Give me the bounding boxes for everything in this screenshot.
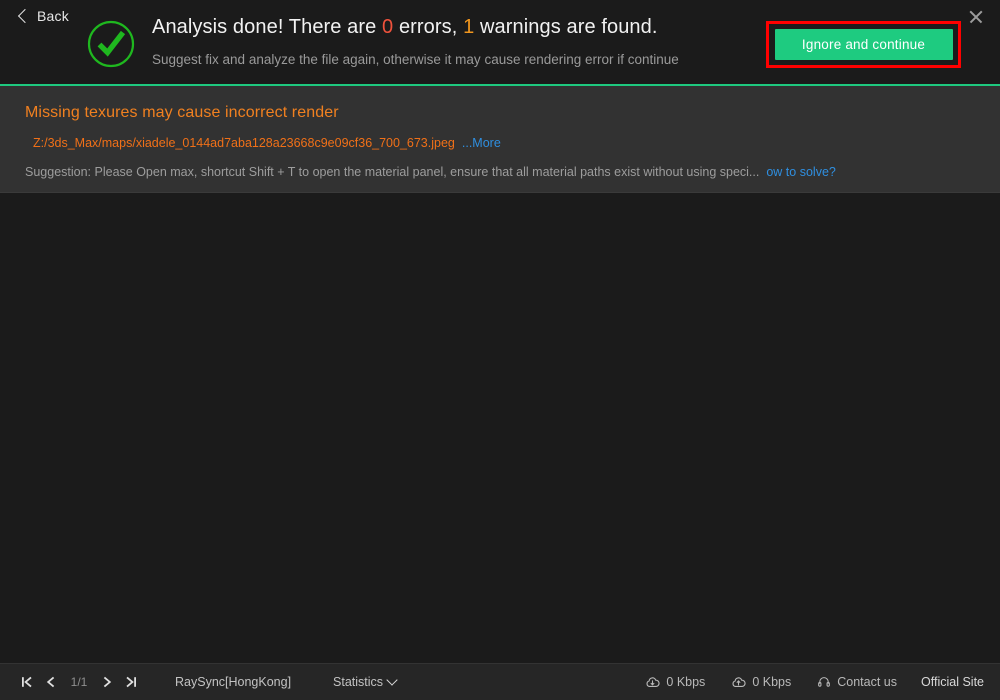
status-bar-left: 1/1 RaySync[HongKong] Statistics xyxy=(16,671,398,693)
warning-count: 1 xyxy=(463,16,475,38)
main-content-area xyxy=(0,192,1000,663)
status-bar-right: 0 Kbps 0 Kbps Contact us Official Site xyxy=(619,675,984,690)
warning-suggestion-row: Suggestion: Please Open max, shortcut Sh… xyxy=(0,164,1000,180)
cloud-upload-icon xyxy=(731,675,746,690)
download-speed-value: 0 Kbps xyxy=(666,675,706,689)
analysis-title: Analysis done! There are 0 errors, 1 war… xyxy=(152,13,752,41)
download-speed-item: 0 Kbps xyxy=(645,675,705,690)
pagination-controls: 1/1 xyxy=(16,671,142,693)
upload-speed-value: 0 Kbps xyxy=(752,675,792,689)
official-site-link[interactable]: Official Site xyxy=(921,675,984,689)
warning-path-row: Z:/3ds_Max/maps/xiadele_0144ad7aba128a23… xyxy=(0,135,1000,151)
analysis-title-suffix: warnings are found. xyxy=(474,16,658,38)
app-window: Back Analysis done! There are 0 errors, … xyxy=(0,0,1000,700)
error-count: 0 xyxy=(382,16,394,38)
contact-us-button[interactable]: Contact us xyxy=(817,675,897,689)
how-to-solve-link[interactable]: ow to solve? xyxy=(766,165,835,179)
ignore-and-continue-button[interactable]: Ignore and continue xyxy=(774,29,953,60)
analysis-title-mid: errors, xyxy=(393,16,464,38)
upload-speed-item: 0 Kbps xyxy=(731,675,791,690)
contact-us-label: Contact us xyxy=(837,675,897,689)
first-page-icon[interactable] xyxy=(16,671,38,693)
prev-page-icon[interactable] xyxy=(40,671,62,693)
analysis-title-prefix: Analysis done! There are xyxy=(152,16,383,38)
chevron-down-icon xyxy=(386,674,398,686)
check-circle-icon xyxy=(86,19,136,69)
statistics-dropdown[interactable]: Statistics xyxy=(333,674,398,689)
chevron-left-icon xyxy=(17,8,33,24)
analysis-message: Analysis done! There are 0 errors, 1 war… xyxy=(152,13,752,69)
back-button-label: Back xyxy=(37,8,69,24)
server-node-label: RaySync[HongKong] xyxy=(175,675,292,689)
headset-icon xyxy=(817,675,831,689)
suggestion-label: Suggestion: xyxy=(25,165,92,179)
more-link[interactable]: ...More xyxy=(462,136,501,150)
next-page-icon[interactable] xyxy=(96,671,118,693)
analysis-header: Back Analysis done! There are 0 errors, … xyxy=(0,0,1000,86)
analysis-subtitle: Suggest fix and analyze the file again, … xyxy=(152,52,679,67)
cloud-download-icon xyxy=(645,675,660,690)
statistics-label: Statistics xyxy=(333,675,384,689)
page-indicator: 1/1 xyxy=(70,675,88,689)
warning-title: Missing texures may cause incorrect rend… xyxy=(25,104,339,121)
back-button[interactable]: Back xyxy=(16,5,73,27)
warning-file-path: Z:/3ds_Max/maps/xiadele_0144ad7aba128a23… xyxy=(33,136,455,150)
last-page-icon[interactable] xyxy=(120,671,142,693)
status-bar: 1/1 RaySync[HongKong] Statistics 0 Kbps … xyxy=(0,663,1000,700)
suggestion-text: Please Open max, shortcut Shift + T to o… xyxy=(94,165,760,179)
close-icon[interactable] xyxy=(966,7,986,27)
ignore-and-continue-highlight: Ignore and continue xyxy=(766,21,961,68)
warning-panel: Missing texures may cause incorrect rend… xyxy=(0,86,1000,192)
